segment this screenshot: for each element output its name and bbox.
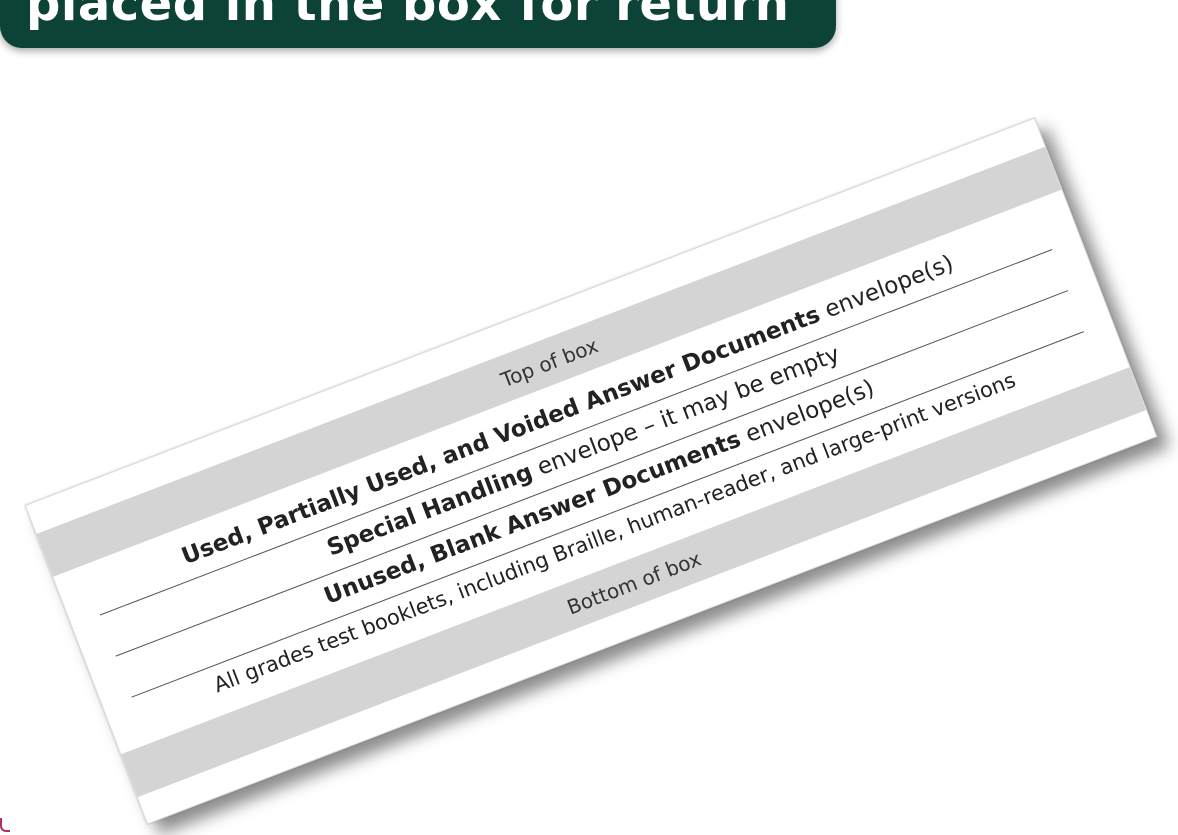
page: placed in the box for return Top of box …: [0, 0, 1178, 835]
corner-mark-icon: [0, 818, 10, 832]
heading-text: placed in the box for return: [26, 0, 790, 32]
heading-banner: placed in the box for return: [0, 0, 836, 48]
box-packing-diagram: Top of box Used, Partially Used, and Voi…: [24, 117, 1158, 825]
